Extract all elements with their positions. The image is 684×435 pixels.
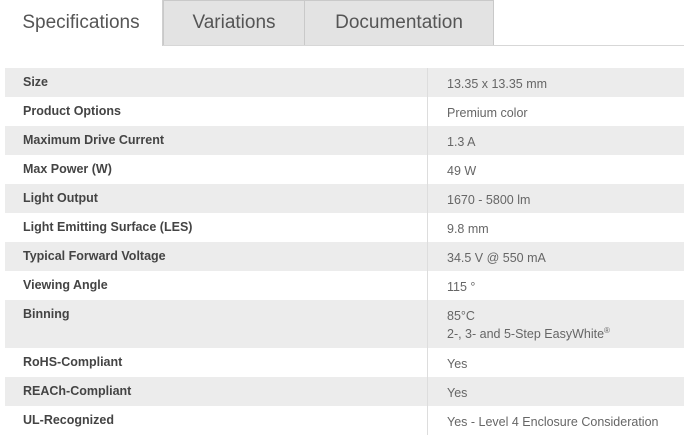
spec-value: 49 W xyxy=(447,164,477,178)
spec-label: Binning xyxy=(5,300,428,348)
spec-value: 115 ° xyxy=(447,280,476,294)
spec-row-light-output: Light Output 1670 - 5800 lm xyxy=(5,184,684,213)
spec-row-ul-recognized: UL-Recognized Yes - Level 4 Enclosure Co… xyxy=(5,406,684,435)
tab-documentation[interactable]: Documentation xyxy=(304,0,494,45)
spec-value: 13.35 x 13.35 mm xyxy=(447,77,548,91)
spec-value-line: 2-, 3- and 5-Step EasyWhite® xyxy=(447,325,684,343)
spec-label: Typical Forward Voltage xyxy=(5,242,428,271)
spec-row-reach: REACh-Compliant Yes xyxy=(5,377,684,406)
spec-value-line: 85°C xyxy=(447,309,475,323)
spec-value: 1670 - 5800 lm xyxy=(447,193,531,207)
spec-label: Light Output xyxy=(5,184,428,213)
spec-label: RoHS-Compliant xyxy=(5,348,428,377)
tab-variations[interactable]: Variations xyxy=(163,0,305,45)
spec-value: 1.3 A xyxy=(447,135,476,149)
spec-row-viewing-angle: Viewing Angle 115 ° xyxy=(5,271,684,300)
spec-value: Yes xyxy=(447,357,468,371)
spec-row-forward-voltage: Typical Forward Voltage 34.5 V @ 550 mA xyxy=(5,242,684,271)
tab-bar: Specifications Variations Documentation xyxy=(0,0,684,46)
spec-value: Yes - Level 4 Enclosure Consideration xyxy=(447,415,659,429)
spec-row-size: Size 13.35 x 13.35 mm xyxy=(5,68,684,97)
spec-value-text: 2-, 3- and 5-Step EasyWhite xyxy=(447,327,605,341)
spec-row-rohs: RoHS-Compliant Yes xyxy=(5,348,684,377)
spec-row-product-options: Product Options Premium color xyxy=(5,97,684,126)
spec-label: UL-Recognized xyxy=(5,406,428,435)
spec-row-max-drive-current: Maximum Drive Current 1.3 A xyxy=(5,126,684,155)
spec-label: Light Emitting Surface (LES) xyxy=(5,213,428,242)
spec-label: REACh-Compliant xyxy=(5,377,428,406)
spec-value: Premium color xyxy=(447,106,528,120)
spec-row-max-power: Max Power (W) 49 W xyxy=(5,155,684,184)
spec-row-binning: Binning 85°C 2-, 3- and 5-Step EasyWhite… xyxy=(5,300,684,348)
spec-label: Maximum Drive Current xyxy=(5,126,428,155)
spec-row-les: Light Emitting Surface (LES) 9.8 mm xyxy=(5,213,684,242)
registered-mark: ® xyxy=(604,325,610,335)
spec-value: 85°C 2-, 3- and 5-Step EasyWhite® xyxy=(428,300,684,348)
specifications-table: Size 13.35 x 13.35 mm Product Options Pr… xyxy=(5,68,684,435)
spec-value: Yes xyxy=(447,386,468,400)
tab-specifications[interactable]: Specifications xyxy=(0,0,163,46)
spec-value: 34.5 V @ 550 mA xyxy=(447,251,546,265)
spec-label: Max Power (W) xyxy=(5,155,428,184)
spec-label: Viewing Angle xyxy=(5,271,428,300)
spec-value: 9.8 mm xyxy=(447,222,489,236)
spec-label: Product Options xyxy=(5,97,428,126)
spec-label: Size xyxy=(5,68,428,97)
